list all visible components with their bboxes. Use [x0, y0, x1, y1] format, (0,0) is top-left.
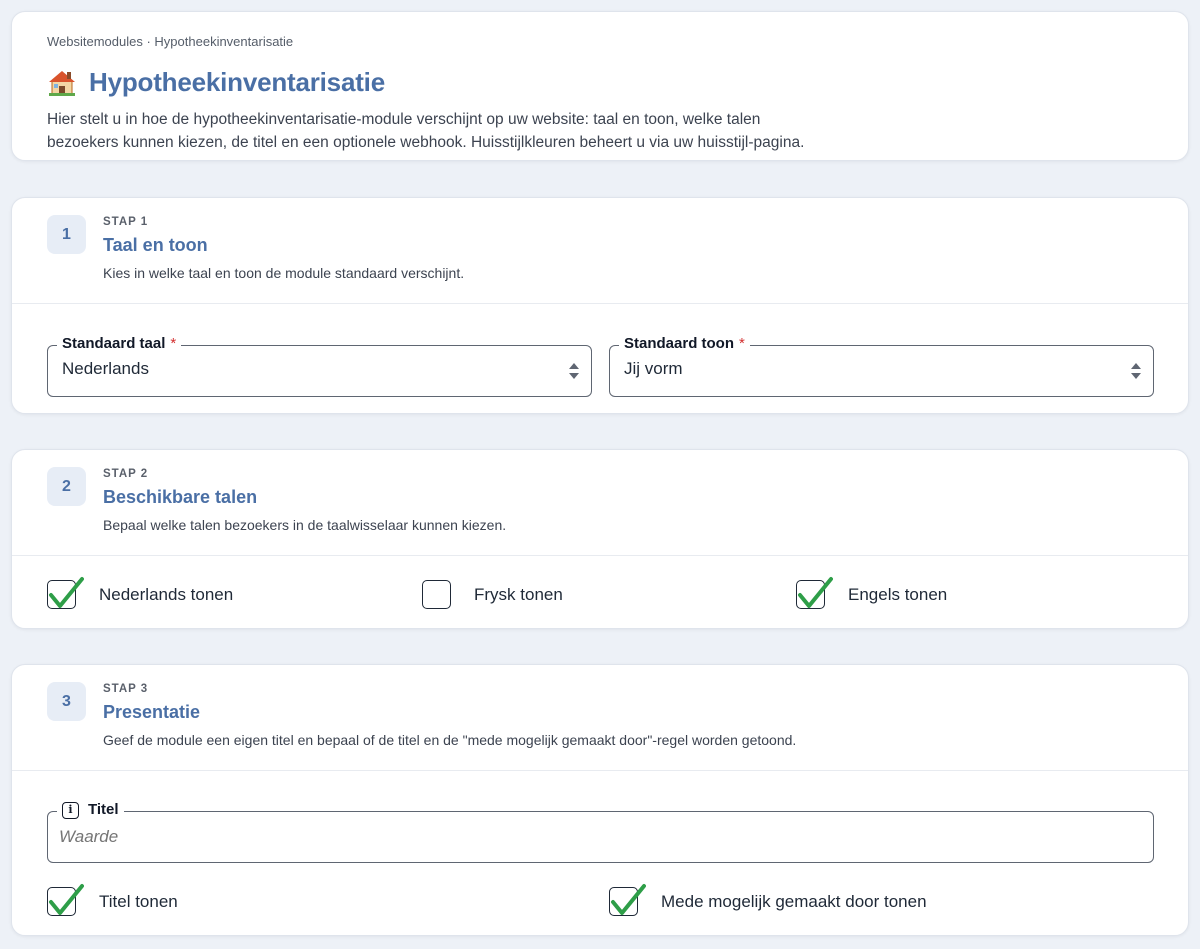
- checkbox[interactable]: [796, 577, 833, 609]
- step-number: 1: [47, 215, 86, 254]
- page-intro: Hier stelt u in hoe de hypotheekinventar…: [47, 111, 805, 151]
- checkbox[interactable]: [47, 884, 84, 916]
- checkbox-mede-mogelijk-gemaakt-door-tonen[interactable]: Mede mogelijk gemaakt door tonen: [609, 884, 927, 916]
- divider: [12, 303, 1188, 304]
- step-number: 2: [47, 467, 86, 506]
- titel-input[interactable]: [59, 827, 1129, 847]
- step-header: 1 STAP 1 Taal en toon Kies in welke taal…: [12, 198, 1188, 303]
- standaard-toon-select[interactable]: Standaard toon * Jij vorm: [609, 333, 1154, 397]
- checkbox-label: Mede mogelijk gemaakt door tonen: [661, 891, 927, 911]
- step-description: Kies in welke taal en toon de module sta…: [103, 265, 465, 281]
- checkbox[interactable]: [609, 884, 646, 916]
- sort-arrows-icon: [1131, 363, 1141, 379]
- standaard-taal-select[interactable]: Standaard taal * Nederlands: [47, 333, 592, 397]
- required-marker: *: [739, 335, 745, 352]
- house-icon: [47, 68, 77, 96]
- field-label: Standaard taal *: [57, 333, 182, 355]
- checkmark-icon: [611, 884, 646, 915]
- checkbox[interactable]: [47, 577, 84, 609]
- field-label: Standaard toon *: [619, 333, 750, 355]
- breadcrumb: Websitemodules · Hypotheekinventarisatie: [47, 34, 294, 49]
- header-card: Websitemodules · Hypotheekinventarisatie…: [11, 11, 1189, 161]
- step-card-presentatie: 3 STAP 3 Presentatie Geef de module een …: [11, 664, 1189, 936]
- title-row: Hypotheekinventarisatie: [47, 67, 1153, 97]
- info-icon[interactable]: i: [62, 801, 79, 819]
- checkbox-nederlands-tonen[interactable]: Nederlands tonen: [47, 577, 234, 609]
- checkbox-label: Nederlands tonen: [99, 584, 234, 604]
- checkbox-label: Titel tonen: [99, 891, 178, 911]
- checkbox[interactable]: [422, 580, 451, 609]
- select-value: Jij vorm: [624, 359, 683, 378]
- step-description: Geef de module een eigen titel en bepaal…: [103, 732, 797, 748]
- step-number: 3: [47, 682, 86, 721]
- checkbox-engels-tonen[interactable]: Engels tonen: [796, 577, 948, 609]
- checkmark-icon: [798, 577, 833, 608]
- field-label: i Titel: [57, 799, 124, 821]
- checkbox-label: Engels tonen: [848, 584, 948, 604]
- step-title: Taal en toon: [103, 235, 208, 255]
- step-kicker: STAP 2: [103, 468, 149, 480]
- checkmark-icon: [49, 577, 84, 608]
- checkbox-label: Frysk tonen: [474, 584, 563, 604]
- sort-arrows-icon: [569, 363, 579, 379]
- divider: [12, 770, 1188, 771]
- step-header: 3 STAP 3 Presentatie Geef de module een …: [12, 665, 1188, 770]
- checkbox-titel-tonen[interactable]: Titel tonen: [47, 884, 178, 916]
- step-title: Beschikbare talen: [103, 487, 258, 507]
- select-value: Nederlands: [62, 359, 149, 378]
- page-title: Hypotheekinventarisatie: [89, 66, 385, 97]
- step-header: 2 STAP 2 Beschikbare talen Bepaal welke …: [12, 450, 1188, 555]
- step-card-beschikbare-talen: 2 STAP 2 Beschikbare talen Bepaal welke …: [11, 449, 1189, 629]
- titel-field[interactable]: i Titel: [47, 799, 1154, 863]
- step-kicker: STAP 3: [103, 683, 149, 695]
- checkmark-icon: [49, 884, 84, 915]
- checkbox-frysk-tonen[interactable]: Frysk tonen: [422, 580, 563, 609]
- step-title: Presentatie: [103, 702, 201, 722]
- divider: [12, 555, 1188, 556]
- required-marker: *: [170, 335, 177, 352]
- step-card-taal-en-toon: 1 STAP 1 Taal en toon Kies in welke taal…: [11, 197, 1189, 414]
- step-description: Bepaal welke talen bezoekers in de taalw…: [103, 517, 507, 533]
- step-kicker: STAP 1: [103, 216, 149, 228]
